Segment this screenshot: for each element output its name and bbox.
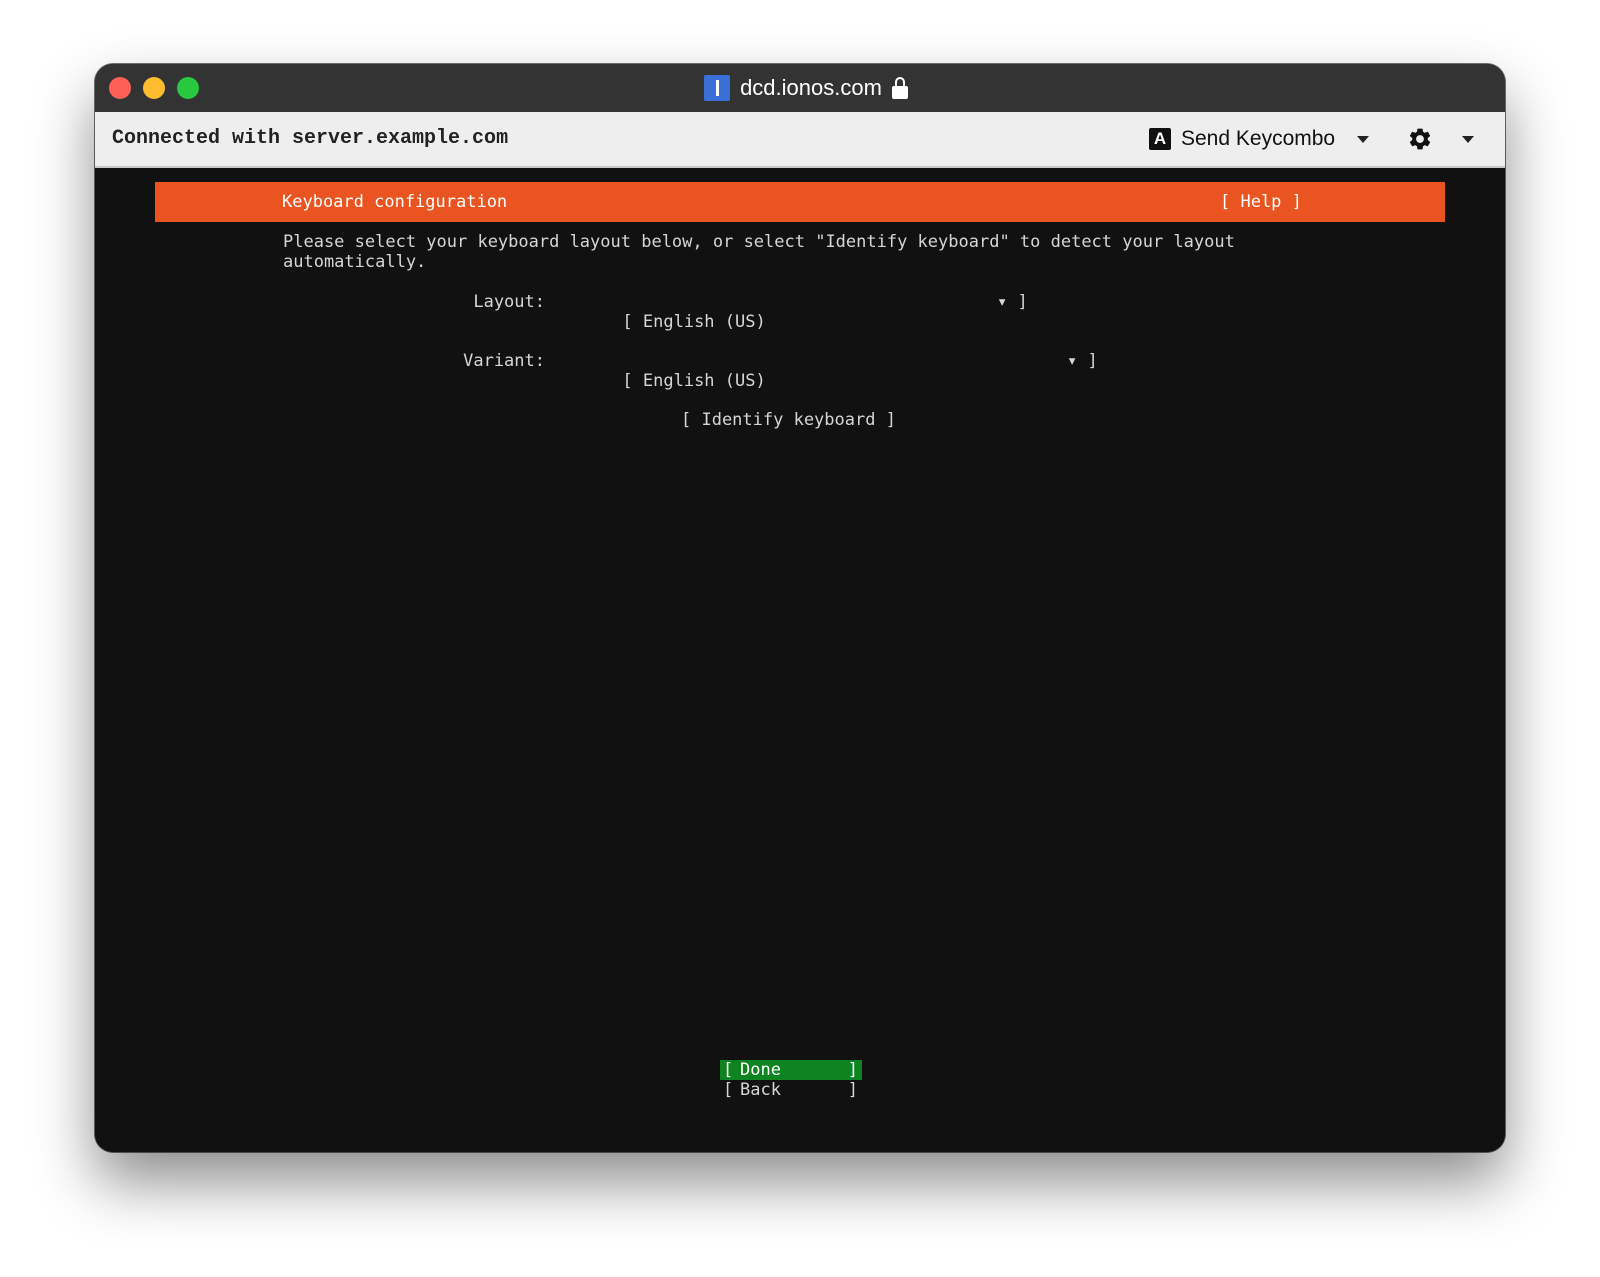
instructions-text: Please select your keyboard layout below…	[283, 232, 1235, 272]
identify-keyboard-button[interactable]: [ Identify keyboard ]	[681, 410, 896, 430]
layout-value: [ English (US)	[622, 312, 766, 332]
help-button[interactable]: [ Help ]	[1220, 192, 1302, 212]
gear-icon[interactable]	[1407, 126, 1433, 152]
window-title: dcd.ionos.com	[740, 75, 882, 100]
layout-dropdown-arrow: ▾ ]	[997, 292, 1028, 312]
layout-label: Layout:	[473, 292, 545, 312]
settings-chevron-down-icon[interactable]	[1462, 136, 1474, 143]
done-button[interactable]: [ Done ]	[720, 1060, 862, 1080]
console-toolbar: Connected with server.example.com A Send…	[95, 112, 1505, 168]
page-title: Keyboard configuration	[282, 192, 508, 212]
window-title-group: dcd.ionos.com	[95, 64, 1505, 112]
back-button-label: Back	[740, 1080, 781, 1100]
send-keycombo-button[interactable]: A Send Keycombo	[1149, 124, 1370, 154]
variant-dropdown-arrow: ▾ ]	[1067, 351, 1098, 371]
lock-icon	[891, 77, 908, 99]
browser-window: dcd.ionos.com Connected with server.exam…	[95, 64, 1505, 1152]
back-button[interactable]: [ Back ]	[720, 1080, 862, 1100]
site-favicon-icon	[704, 75, 731, 101]
done-button-label: Done	[740, 1060, 781, 1080]
chevron-down-icon	[1357, 135, 1370, 143]
keyboard-a-icon: A	[1149, 128, 1171, 150]
send-keycombo-label: Send Keycombo	[1181, 127, 1336, 150]
installer-header: Keyboard configuration [ Help ]	[155, 182, 1445, 222]
variant-dropdown[interactable]: [ English (US) ▾ ]	[561, 351, 1097, 391]
console-screen[interactable]: Keyboard configuration [ Help ] Please s…	[95, 168, 1505, 1152]
layout-dropdown[interactable]: [ English (US) ▾ ]	[561, 292, 1027, 332]
connection-status: Connected with server.example.com	[112, 127, 509, 150]
variant-label: Variant:	[463, 351, 545, 371]
title-bar: dcd.ionos.com	[95, 64, 1505, 112]
variant-value: [ English (US)	[622, 371, 766, 391]
